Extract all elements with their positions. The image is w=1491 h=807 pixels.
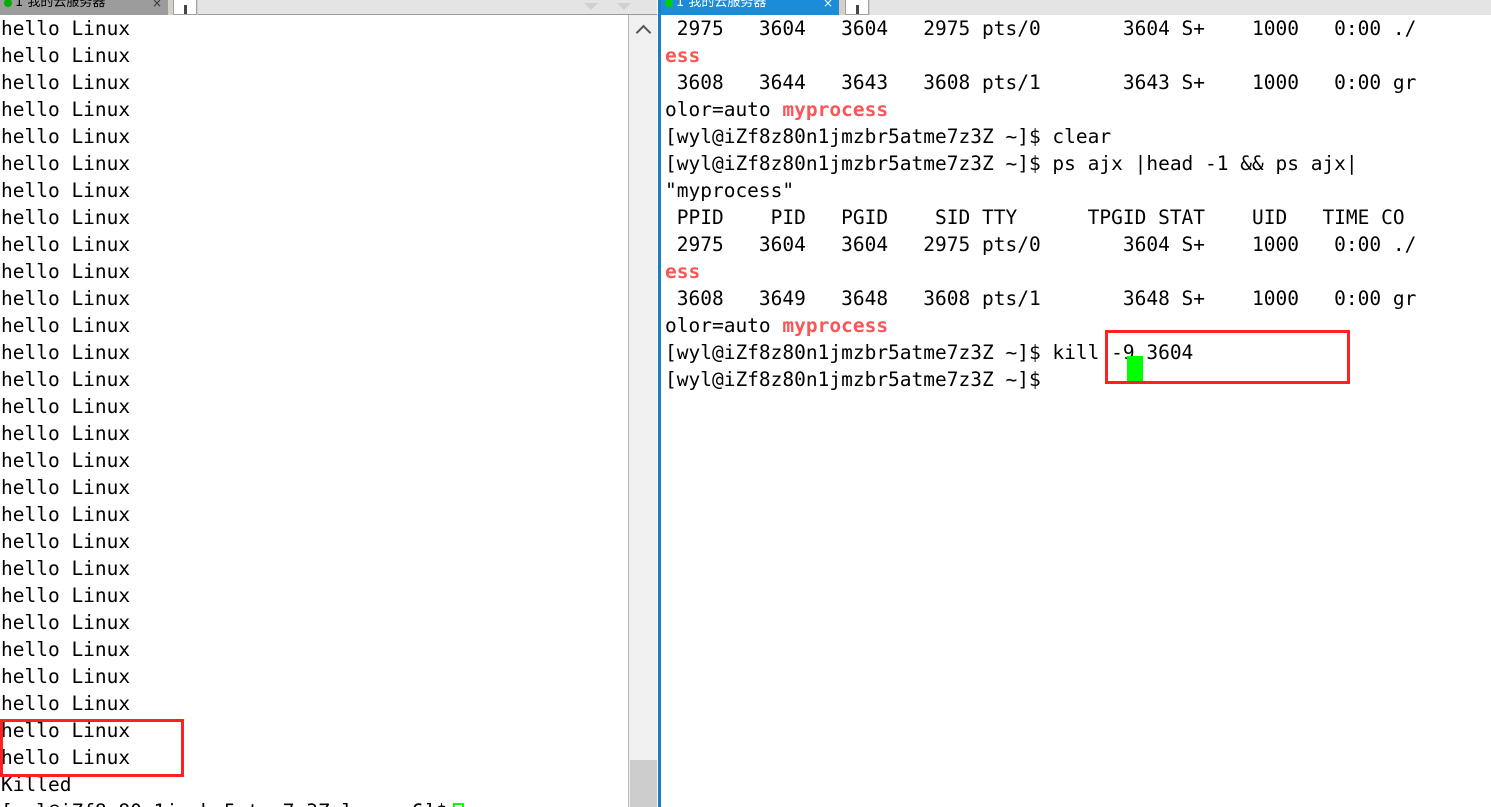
- close-icon[interactable]: ×: [823, 0, 833, 15]
- terminal-text-highlight: myprocess: [782, 98, 889, 121]
- terminal-line: hello Linux: [1, 692, 131, 715]
- right-session-tab[interactable]: 1 我的云服务器 ×: [661, 0, 839, 15]
- left-terminal-output[interactable]: hello Linux hello Linux hello Linux hello L…: [0, 15, 628, 807]
- chevron-up-icon: [635, 24, 652, 41]
- terminal-line: olor=auto myprocess: [665, 312, 1491, 339]
- terminal-line: hello Linux: [1, 503, 131, 526]
- left-terminal-pane: 1 我的云服务器 × hello Linux hello Linux hello L…: [0, 0, 657, 807]
- terminal-text: olor=auto: [665, 314, 783, 337]
- right-tab-bar: 1 我的云服务器 ×: [661, 0, 1491, 15]
- terminal-line: 2975 3604 3604 2975 pts/0 3604 S+ 1000 0…: [665, 15, 1491, 42]
- terminal-text: 2975 3604 3604 2975 pts/0 3604 S+ 1000 0…: [665, 233, 1417, 256]
- terminal-text: [wyl@iZf8z80n1jmzbr5atme7z3Z ~]$ kill -9…: [665, 341, 1194, 364]
- new-tab-button[interactable]: [845, 0, 869, 15]
- terminal-text: "myprocess": [665, 179, 795, 202]
- terminal-text: 3608 3644 3643 3608 pts/1 3643 S+ 1000 0…: [665, 71, 1417, 94]
- terminal-text: [wyl@iZf8z80n1jmzbr5atme7z3Z ~]$: [665, 368, 1053, 391]
- terminal-line: hello Linux: [1, 260, 131, 283]
- terminal-text-highlight: ess: [665, 44, 701, 67]
- terminal-line: hello Linux: [1, 530, 131, 553]
- terminal-line: [wyl@iZf8z80n1jmzbr5atme7z3Z ~]$ clear: [665, 123, 1491, 150]
- scrollbar-up-button[interactable]: [629, 15, 657, 44]
- terminal-line: hello Linux: [1, 395, 131, 418]
- terminal-line: hello Linux: [1, 287, 131, 310]
- terminal-text: olor=auto: [665, 98, 783, 121]
- scrollbar-thumb[interactable]: [630, 760, 657, 807]
- terminal-line: hello Linux: [1, 584, 131, 607]
- terminal-line: hello Linux: [1, 665, 131, 688]
- terminal-text: [wyl@iZf8z80n1jmzbr5atme7z3Z ~]$ clear: [665, 125, 1112, 148]
- terminal-line: hello Linux: [1, 152, 131, 175]
- right-session-tab-label: 1 我的云服务器: [676, 0, 767, 10]
- connected-dot-icon: [665, 0, 673, 7]
- terminal-line: olor=auto myprocess: [665, 96, 1491, 123]
- terminal-line: hello Linux: [1, 476, 131, 499]
- terminal-line: hello Linux: [1, 719, 131, 742]
- left-session-tab[interactable]: 1 我的云服务器 ×: [0, 0, 168, 15]
- tab-scroll-right-icon[interactable]: [617, 3, 631, 10]
- terminal-line: 2975 3604 3604 2975 pts/0 3604 S+ 1000 0…: [665, 231, 1491, 258]
- terminal-cursor-block: [1127, 356, 1143, 381]
- shell-prompt: [wyl@iZf8z80n1jmzbr5atme7z3Z lesson6]$: [1, 800, 447, 807]
- new-tab-icon: [184, 5, 187, 14]
- terminal-line: 3608 3649 3648 3608 pts/1 3648 S+ 1000 0…: [665, 285, 1491, 312]
- new-tab-button[interactable]: [173, 0, 197, 15]
- left-tab-strip-empty: [198, 0, 657, 15]
- close-icon[interactable]: ×: [152, 0, 162, 15]
- terminal-text: 3608 3649 3648 3608 pts/1 3648 S+ 1000 0…: [665, 287, 1417, 310]
- terminal-app-window: 1 我的云服务器 × hello Linux hello Linux hello L…: [0, 0, 1491, 807]
- terminal-line: ess: [665, 258, 1491, 285]
- terminal-text: [wyl@iZf8z80n1jmzbr5atme7z3Z ~]$ ps ajx …: [665, 152, 1358, 175]
- terminal-line: hello Linux: [1, 179, 131, 202]
- terminal-text: PPID PID PGID SID TTY TPGID STAT UID TIM…: [665, 206, 1405, 229]
- connected-dot-icon: [4, 0, 12, 7]
- terminal-line: [wyl@iZf8z80n1jmzbr5atme7z3Z ~]$ ps ajx …: [665, 150, 1491, 177]
- left-tab-bar: 1 我的云服务器 ×: [0, 0, 657, 15]
- terminal-line: hello Linux: [1, 233, 131, 256]
- terminal-line: hello Linux: [1, 125, 131, 148]
- left-session-tab-label: 1 我的云服务器: [15, 0, 106, 10]
- terminal-line: hello Linux: [1, 368, 131, 391]
- terminal-text-highlight: myprocess: [782, 314, 889, 337]
- terminal-line-highlighted: Killed: [1, 773, 72, 796]
- terminal-line: hello Linux: [1, 422, 131, 445]
- terminal-line: hello Linux: [1, 449, 131, 472]
- terminal-line: [wyl@iZf8z80n1jmzbr5atme7z3Z ~]$: [665, 366, 1491, 393]
- terminal-line: ess: [665, 42, 1491, 69]
- terminal-line: PPID PID PGID SID TTY TPGID STAT UID TIM…: [665, 204, 1491, 231]
- terminal-line-highlighted: hello Linux: [1, 746, 131, 769]
- terminal-line: "myprocess": [665, 177, 1491, 204]
- terminal-line: [wyl@iZf8z80n1jmzbr5atme7z3Z ~]$ kill -9…: [665, 339, 1491, 366]
- terminal-line: hello Linux: [1, 71, 131, 94]
- terminal-text-highlight: ess: [665, 260, 701, 283]
- terminal-cursor-hollow: [453, 803, 465, 807]
- right-tab-strip-empty: [870, 0, 1491, 15]
- new-tab-icon: [856, 5, 859, 14]
- terminal-line: hello Linux: [1, 638, 131, 661]
- terminal-line: hello Linux: [1, 314, 131, 337]
- terminal-line: hello Linux: [1, 557, 131, 580]
- right-terminal-pane: 1 我的云服务器 × 2975 3604 3604 2975 pts/0 360…: [658, 0, 1491, 807]
- terminal-line: hello Linux: [1, 341, 131, 364]
- left-terminal-scrollbar[interactable]: [628, 15, 657, 807]
- terminal-prompt-line: [wyl@iZf8z80n1jmzbr5atme7z3Z lesson6]$: [1, 798, 628, 807]
- tab-scroll-left-icon[interactable]: [584, 3, 598, 10]
- terminal-line: hello Linux: [1, 206, 131, 229]
- terminal-line: hello Linux: [1, 17, 131, 40]
- terminal-line: hello Linux: [1, 611, 131, 634]
- terminal-line: hello Linux: [1, 98, 131, 121]
- terminal-line: 3608 3644 3643 3608 pts/1 3643 S+ 1000 0…: [665, 69, 1491, 96]
- terminal-text: 2975 3604 3604 2975 pts/0 3604 S+ 1000 0…: [665, 17, 1417, 40]
- right-terminal-output[interactable]: 2975 3604 3604 2975 pts/0 3604 S+ 1000 0…: [661, 15, 1491, 807]
- terminal-line: hello Linux: [1, 44, 131, 67]
